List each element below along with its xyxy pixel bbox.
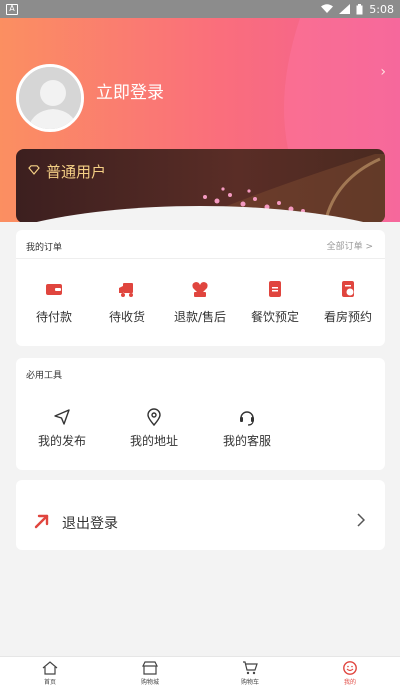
headset-icon (240, 411, 254, 426)
order-pending-payment[interactable]: 待付款 (24, 280, 84, 325)
tool-item-label: 我的客服 (222, 434, 271, 448)
tab-label: 购物城 (140, 679, 159, 686)
cart-icon (243, 661, 258, 675)
clock: 5:08 (369, 2, 394, 16)
orders-title: 我的订单 (26, 243, 63, 253)
wifi-icon (321, 4, 334, 13)
location-pin-icon (147, 408, 161, 426)
store-icon (142, 661, 158, 675)
order-item-label: 看房预约 (323, 310, 372, 324)
divider (16, 258, 385, 259)
tab-cart[interactable]: 购物车 (200, 657, 300, 690)
signal-icon (339, 4, 351, 14)
orders-card: 我的订单 全部订单 > 待付款 待收货 退款/售后 餐饮预定 看房预约 (16, 230, 385, 346)
wallet-icon (46, 284, 62, 295)
refund-icon (192, 282, 208, 297)
status-bar: A 5:08 (0, 0, 400, 18)
tool-my-posts[interactable]: 我的发布 (27, 408, 97, 449)
home-icon (42, 661, 58, 675)
battery-icon (356, 3, 363, 14)
delivery-truck-icon (119, 283, 133, 297)
tab-label: 我的 (343, 679, 356, 686)
avatar[interactable] (16, 64, 84, 132)
tab-label: 首页 (43, 679, 56, 686)
tool-item-label: 我的发布 (37, 434, 86, 448)
arrow-up-right-icon (34, 514, 49, 529)
order-pending-receipt[interactable]: 待收货 (97, 280, 157, 325)
order-item-label: 待收货 (108, 310, 145, 324)
order-catering[interactable]: 餐饮预定 (245, 280, 305, 325)
order-item-label: 餐饮预定 (250, 310, 299, 324)
all-orders-link[interactable]: 全部订单 > (327, 239, 373, 252)
catering-icon (269, 281, 281, 297)
profile-header: 立即登录 › 普通用户 (0, 18, 400, 222)
tool-customer-service[interactable]: 我的客服 (212, 408, 282, 449)
user-silhouette-icon (19, 67, 81, 129)
house-booking-icon (342, 281, 354, 297)
tools-title: 必用工具 (26, 371, 63, 381)
member-level-label: 普通用户 (46, 163, 107, 181)
order-house-booking[interactable]: 看房预约 (318, 280, 378, 325)
diamond-icon (28, 165, 40, 175)
logout-label: 退出登录 (62, 516, 118, 532)
login-link[interactable]: 立即登录 (96, 78, 164, 103)
tab-profile[interactable]: 我的 (300, 657, 400, 690)
logout-row[interactable]: 退出登录 (16, 480, 385, 550)
chevron-right-icon[interactable]: › (380, 64, 386, 80)
tab-home[interactable]: 首页 (0, 657, 100, 690)
order-item-label: 待付款 (35, 310, 72, 324)
send-icon (54, 409, 70, 425)
bottom-tab-bar: 首页 购物城 购物车 我的 (0, 656, 400, 690)
tools-card: 必用工具 我的发布 我的地址 我的客服 (16, 358, 385, 470)
notification-icon: A (6, 3, 18, 15)
chevron-right-icon (357, 513, 365, 527)
order-item-label: 退款/售后 (173, 310, 227, 324)
tool-my-address[interactable]: 我的地址 (119, 408, 189, 449)
tab-store[interactable]: 购物城 (100, 657, 200, 690)
tab-label: 购物车 (240, 679, 259, 686)
order-refund[interactable]: 退款/售后 (170, 280, 230, 325)
tool-item-label: 我的地址 (129, 434, 178, 448)
profile-icon (343, 661, 357, 675)
